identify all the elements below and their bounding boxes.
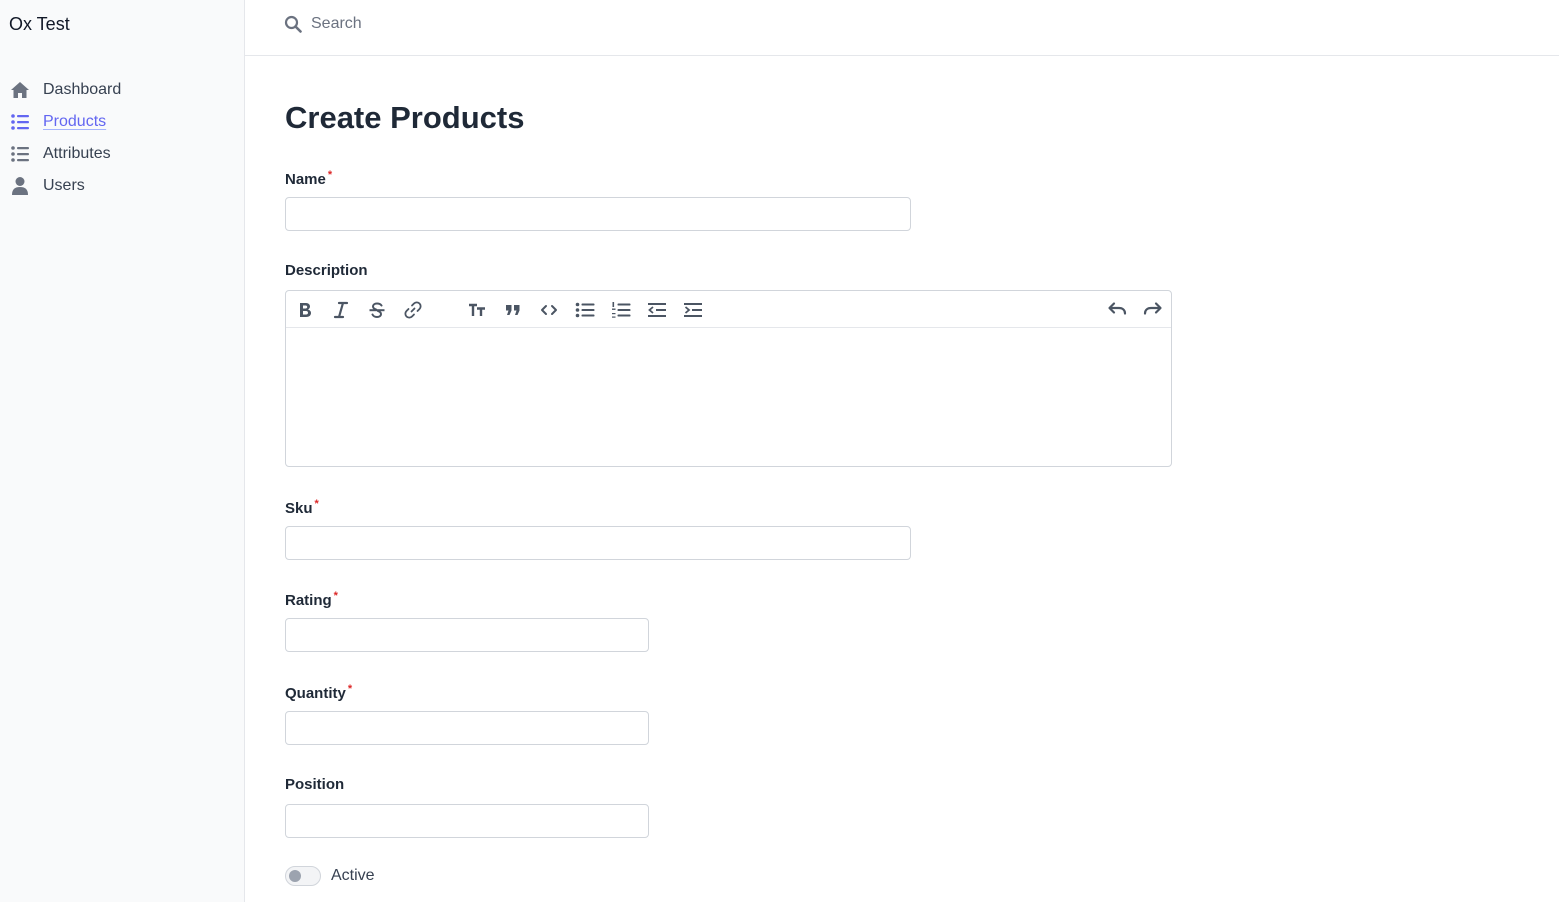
sidebar-item-label: Products <box>43 113 107 130</box>
quantity-label-text: Quantity <box>285 685 346 702</box>
name-label: Name * <box>285 169 332 188</box>
quantity-field[interactable] <box>285 711 649 745</box>
search-input[interactable] <box>311 12 711 36</box>
name-field[interactable] <box>285 197 911 231</box>
list-icon <box>9 111 31 133</box>
numbered-list-icon[interactable] <box>610 299 632 321</box>
app-title: Ox Test <box>9 14 70 34</box>
indent-icon[interactable] <box>682 299 704 321</box>
active-label: Active <box>331 867 375 884</box>
sidebar: Ox Test Dashboard Products Attributes Us… <box>0 0 245 902</box>
rating-label-text: Rating <box>285 592 332 609</box>
topbar <box>245 0 1559 56</box>
required-mark: * <box>347 683 353 695</box>
outdent-icon[interactable] <box>646 299 668 321</box>
description-label: Description <box>285 262 368 279</box>
quote-icon[interactable] <box>502 299 524 321</box>
position-label: Position <box>285 776 345 793</box>
sidebar-item-dashboard[interactable]: Dashboard <box>9 74 121 106</box>
sidebar-nav: Dashboard Products Attributes Users <box>9 74 121 202</box>
description-textarea[interactable] <box>286 328 1171 466</box>
undo-icon[interactable] <box>1106 299 1128 321</box>
required-mark: * <box>333 590 338 602</box>
active-toggle-row: Active <box>285 866 375 886</box>
required-mark: * <box>314 498 319 510</box>
quantity-label: Quantity * <box>285 683 352 702</box>
sku-label: Sku * <box>285 498 319 517</box>
sidebar-item-attributes[interactable]: Attributes <box>9 138 121 170</box>
position-field[interactable] <box>285 804 649 838</box>
heading-icon[interactable] <box>466 299 488 321</box>
italic-icon[interactable] <box>330 299 352 321</box>
bold-icon[interactable] <box>294 299 316 321</box>
toggle-knob <box>289 870 301 882</box>
sku-label-text: Sku <box>285 500 313 517</box>
home-icon <box>9 79 31 101</box>
code-icon[interactable] <box>538 299 560 321</box>
editor-toolbar <box>286 291 1171 328</box>
redo-icon[interactable] <box>1142 299 1164 321</box>
required-mark: * <box>327 169 333 181</box>
sidebar-item-users[interactable]: Users <box>9 170 121 202</box>
name-label-text: Name <box>285 171 326 188</box>
bullet-list-icon[interactable] <box>574 299 596 321</box>
link-icon[interactable] <box>402 299 424 321</box>
sku-field[interactable] <box>285 526 911 560</box>
sidebar-item-products[interactable]: Products <box>9 106 121 138</box>
strikethrough-icon[interactable] <box>366 299 388 321</box>
search-icon <box>284 15 302 33</box>
sidebar-item-label: Users <box>43 177 85 194</box>
list-icon <box>9 143 31 165</box>
sidebar-item-label: Attributes <box>43 145 111 162</box>
rating-field[interactable] <box>285 618 649 652</box>
sidebar-item-label: Dashboard <box>43 81 122 98</box>
user-icon <box>9 175 31 197</box>
active-toggle[interactable] <box>285 866 321 886</box>
page-title: Create Products <box>285 100 525 135</box>
rating-label: Rating * <box>285 590 338 609</box>
description-editor <box>285 290 1172 467</box>
